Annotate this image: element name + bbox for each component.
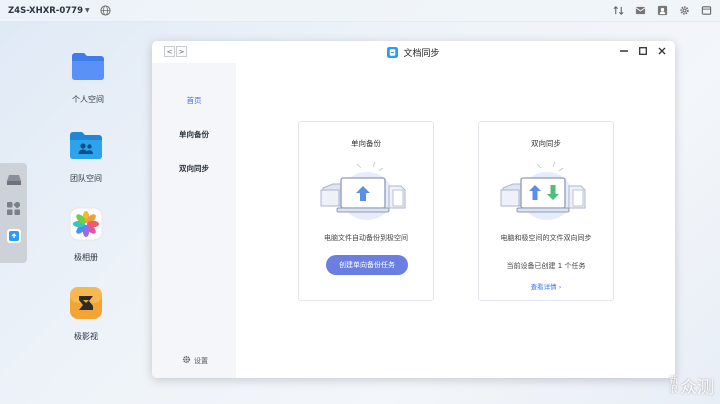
nav-arrows: < > bbox=[164, 46, 187, 57]
watermark-char: 浪 bbox=[668, 384, 678, 395]
close-button[interactable] bbox=[657, 45, 667, 57]
watermark: 新 浪 众测 bbox=[669, 373, 714, 398]
desktop-icon-label: 团队空间 bbox=[70, 174, 102, 183]
watermark-text: 众测 bbox=[680, 378, 714, 398]
view-details-link[interactable]: 查看详情 › bbox=[479, 281, 613, 291]
task-status: 当前设备已创建 1 个任务 bbox=[506, 262, 586, 270]
card-description: 电脑文件自动备份到极空间 bbox=[324, 234, 408, 242]
window-title: 文档同步 bbox=[403, 48, 440, 59]
back-button[interactable]: < bbox=[164, 46, 175, 57]
desktop-icon-photos[interactable]: 极相册 bbox=[56, 206, 116, 263]
gear-icon bbox=[182, 355, 191, 366]
drive-icon[interactable] bbox=[6, 173, 21, 187]
left-dock bbox=[0, 163, 27, 263]
sidebar-item-one-way-backup[interactable]: 单向备份 bbox=[152, 129, 236, 140]
desktop-icon-personal-space[interactable]: 个人空间 bbox=[58, 48, 118, 105]
sidebar-item-label: 单向备份 bbox=[179, 130, 209, 139]
settings-label: 设置 bbox=[194, 356, 208, 365]
card-title: 单向备份 bbox=[351, 139, 381, 148]
sync-illustration-icon bbox=[497, 156, 597, 226]
sidebar-item-label: 首页 bbox=[186, 96, 202, 105]
sidebar-item-home[interactable]: 首页 bbox=[152, 95, 236, 106]
card-two-way-sync: 双向同步 电脑和极空间的文件双向同步 当前设备已创建 1 个任务 查看详情 › bbox=[478, 121, 614, 301]
chevron-right-icon: › bbox=[558, 283, 562, 291]
device-selector[interactable]: Z4S-XHXR-0779 ▼ bbox=[8, 6, 90, 16]
sort-icon[interactable] bbox=[612, 4, 624, 16]
video-icon bbox=[68, 285, 104, 321]
sidebar-item-two-way-sync[interactable]: 双向同步 bbox=[152, 163, 236, 174]
card-description: 电脑和极空间的文件双向同步 bbox=[500, 234, 592, 242]
desktop-icon-label: 极相册 bbox=[74, 253, 98, 262]
photos-icon bbox=[68, 206, 104, 242]
desktop-icon-label: 个人空间 bbox=[72, 95, 104, 104]
top-bar: Z4S-XHXR-0779 ▼ bbox=[0, 0, 720, 22]
create-one-way-backup-button[interactable]: 创建单向备份任务 bbox=[326, 255, 408, 275]
link-label: 查看详情 bbox=[530, 283, 557, 291]
folder-icon bbox=[70, 48, 106, 84]
window-sidebar: 首页 单向备份 双向同步 设置 bbox=[152, 63, 236, 378]
card-title: 双向同步 bbox=[531, 139, 561, 148]
chevron-down-icon: ▼ bbox=[85, 7, 90, 14]
apps-grid-icon[interactable] bbox=[7, 201, 21, 215]
doc-sync-app-icon[interactable] bbox=[6, 229, 21, 243]
doc-sync-app-icon bbox=[387, 43, 399, 62]
device-name: Z4S-XHXR-0779 bbox=[8, 5, 83, 16]
minimize-button[interactable] bbox=[619, 45, 629, 57]
maximize-button[interactable] bbox=[638, 45, 648, 57]
message-icon[interactable] bbox=[634, 4, 646, 16]
forward-button[interactable]: > bbox=[176, 46, 187, 57]
card-one-way-backup: 单向备份 电脑文件自动备份到极空间 创建单向备份任务 bbox=[298, 121, 434, 301]
desktop-icon-team-space[interactable]: 团队空间 bbox=[56, 127, 116, 184]
window-titlebar[interactable]: < > 文档同步 bbox=[152, 41, 675, 63]
desktop-icon-label: 极影视 bbox=[74, 332, 98, 341]
main-content: 单向备份 电脑文件自动备份到极空间 创建单向备份任务 双向同步 电脑和极空间的文… bbox=[236, 63, 675, 378]
window-icon[interactable] bbox=[700, 4, 712, 16]
globe-icon[interactable] bbox=[100, 5, 112, 17]
settings-button[interactable]: 设置 bbox=[182, 355, 208, 366]
user-icon[interactable] bbox=[656, 4, 668, 16]
app-window: < > 文档同步 首页 单向备份 双向同步 设置 单向备份 电脑文件自动备份到极… bbox=[152, 41, 675, 378]
desktop-icon-video[interactable]: 极影视 bbox=[56, 285, 116, 342]
team-folder-icon bbox=[68, 127, 104, 163]
sidebar-item-label: 双向同步 bbox=[179, 164, 209, 173]
gear-icon[interactable] bbox=[678, 4, 690, 16]
backup-illustration-icon bbox=[317, 156, 417, 226]
